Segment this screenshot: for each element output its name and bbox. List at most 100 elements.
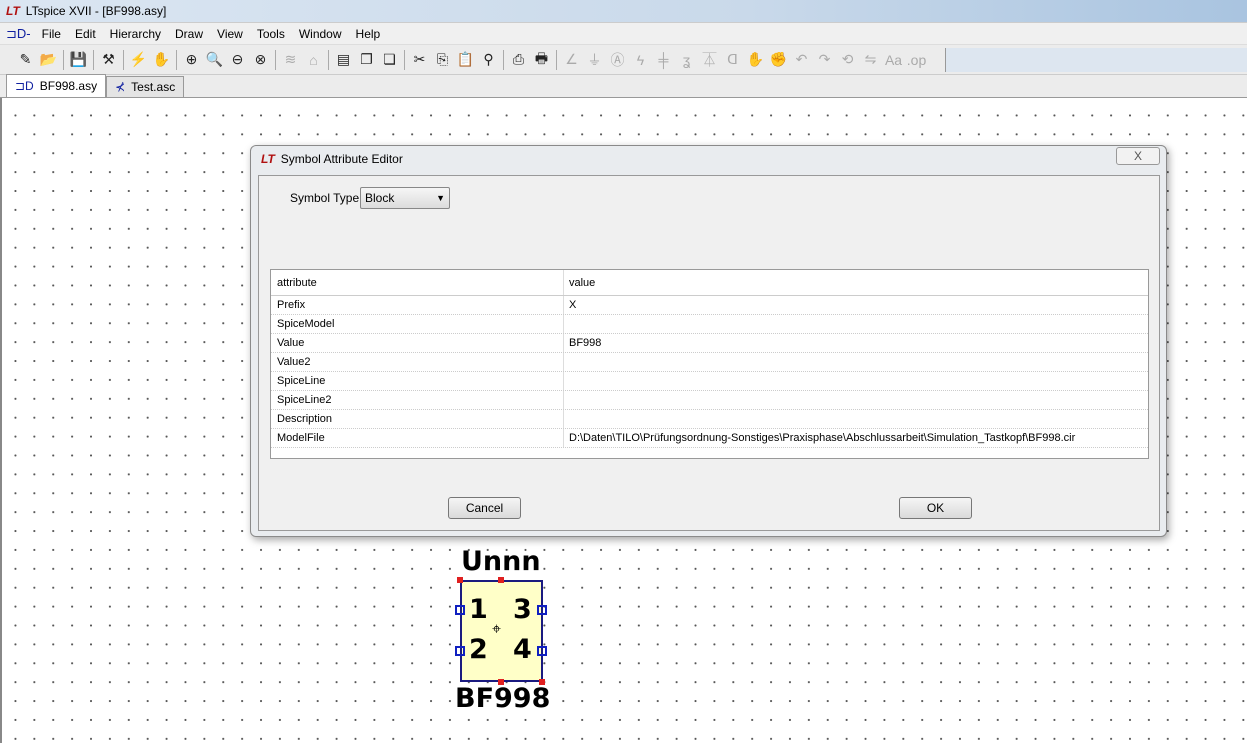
- new-schematic-icon[interactable]: ✎: [14, 48, 37, 71]
- table-row[interactable]: SpiceLine: [271, 372, 1148, 391]
- toolbar-separator: [503, 49, 504, 70]
- print-icon[interactable]: 🖶: [530, 48, 553, 71]
- title-bar: LT LTspice XVII - [BF998.asy]: [0, 0, 1247, 22]
- menu-window[interactable]: Window: [292, 27, 349, 41]
- menu-edit[interactable]: Edit: [68, 27, 103, 41]
- table-header: attribute value: [271, 270, 1148, 296]
- pin-label-4: 4: [513, 634, 532, 665]
- menu-view[interactable]: View: [210, 27, 250, 41]
- symbol-type-label: Symbol Type:: [290, 191, 363, 205]
- paste-icon[interactable]: 📋: [454, 48, 477, 71]
- schematic-icon: ⊀: [115, 80, 126, 94]
- autoscale-icon[interactable]: ≋: [279, 48, 302, 71]
- origin-crosshair-icon: ⌖: [492, 621, 502, 638]
- attribute-name: SpiceModel: [271, 315, 564, 333]
- resistor-icon[interactable]: ϟ: [629, 48, 652, 71]
- attribute-name: Value: [271, 334, 564, 352]
- zoom-out-icon[interactable]: ⊖: [226, 48, 249, 71]
- pin-2[interactable]: [455, 646, 465, 656]
- label-icon[interactable]: Ⓐ: [606, 48, 629, 71]
- dialog-title: Symbol Attribute Editor: [280, 152, 403, 166]
- text-icon[interactable]: Aa: [882, 48, 905, 71]
- cascade-windows-icon[interactable]: ❐: [355, 48, 378, 71]
- attribute-value[interactable]: BF998: [564, 337, 1148, 349]
- symbol-attribute-editor-dialog: LT Symbol Attribute Editor X Symbol Type…: [250, 145, 1167, 537]
- print-preview-icon[interactable]: ⎙: [507, 48, 530, 71]
- attribute-name: Description: [271, 410, 564, 428]
- toolbar-separator: [328, 49, 329, 70]
- copy-icon[interactable]: ⎘: [431, 48, 454, 71]
- waveform-icon[interactable]: ⌂: [302, 48, 325, 71]
- ltspice-logo-icon: LT: [261, 152, 275, 166]
- run-icon[interactable]: ⚡: [127, 48, 150, 71]
- inductor-icon[interactable]: ʓ: [675, 48, 698, 71]
- attribute-name: SpiceLine2: [271, 391, 564, 409]
- find-icon[interactable]: ⚲: [477, 48, 500, 71]
- table-row[interactable]: SpiceModel: [271, 315, 1148, 334]
- cancel-button[interactable]: Cancel: [448, 497, 521, 519]
- table-row[interactable]: Value2: [271, 353, 1148, 372]
- move-hand-icon[interactable]: ✋: [744, 48, 767, 71]
- table-row[interactable]: Value BF998: [271, 334, 1148, 353]
- symbol-instname-label[interactable]: Unnn: [461, 546, 541, 577]
- toolbar-separator: [176, 49, 177, 70]
- component-icon[interactable]: ᗡ: [721, 48, 744, 71]
- menu-tools[interactable]: Tools: [250, 27, 292, 41]
- symbol-value-label[interactable]: BF998: [455, 683, 550, 714]
- toolbar-empty-area: [945, 48, 1247, 72]
- save-icon[interactable]: 💾: [67, 48, 90, 71]
- diode-icon[interactable]: ⏄: [698, 48, 721, 71]
- attribute-value[interactable]: X: [564, 299, 1148, 311]
- toolbar-separator: [275, 49, 276, 70]
- toolbar-separator: [404, 49, 405, 70]
- vertex-handle[interactable]: [457, 577, 463, 583]
- rotate-icon[interactable]: ⟲: [836, 48, 859, 71]
- wire-icon[interactable]: ∠: [560, 48, 583, 71]
- menu-draw[interactable]: Draw: [168, 27, 210, 41]
- symbol-icon: ⊐D: [15, 79, 34, 93]
- menu-hierarchy[interactable]: Hierarchy: [103, 27, 168, 41]
- document-tabs: ⊐D BF998.asy ⊀ Test.asc: [0, 74, 1247, 98]
- menu-help[interactable]: Help: [349, 27, 388, 41]
- zoom-in-icon[interactable]: ⊕: [180, 48, 203, 71]
- pin-3[interactable]: [537, 605, 547, 615]
- pin-1[interactable]: [455, 605, 465, 615]
- zoom-fit-icon[interactable]: ⊗: [249, 48, 272, 71]
- attribute-table: attribute value Prefix X SpiceModel Value BF…: [270, 269, 1149, 459]
- ltspice-logo-icon: LT: [6, 4, 20, 18]
- close-windows-icon[interactable]: ❏: [378, 48, 401, 71]
- mirror-icon[interactable]: ⇋: [859, 48, 882, 71]
- cut-icon[interactable]: ✂: [408, 48, 431, 71]
- capacitor-icon[interactable]: ╪: [652, 48, 675, 71]
- ground-icon[interactable]: ⏚: [583, 48, 606, 71]
- menu-file[interactable]: File: [35, 27, 68, 41]
- table-row[interactable]: ModelFile D:\Daten\TILO\Prüfungsordnung-S…: [271, 429, 1148, 448]
- control-panel-icon[interactable]: ⚒: [97, 48, 120, 71]
- tab-bf998-asy[interactable]: ⊐D BF998.asy: [6, 74, 107, 97]
- table-row[interactable]: SpiceLine2: [271, 391, 1148, 410]
- dialog-title-bar: LT Symbol Attribute Editor: [261, 152, 403, 166]
- undo-icon[interactable]: ↶: [790, 48, 813, 71]
- open-folder-icon[interactable]: 📂: [37, 48, 60, 71]
- tile-windows-icon[interactable]: ▤: [332, 48, 355, 71]
- column-header-attribute[interactable]: attribute: [271, 270, 564, 295]
- dialog-body: Symbol Type: Block ▼ attribute value Pre…: [258, 175, 1160, 531]
- close-button[interactable]: X: [1116, 147, 1160, 165]
- symbol-type-select[interactable]: Block ▼: [360, 187, 450, 209]
- column-header-value[interactable]: value: [564, 277, 1148, 289]
- tab-test-asc[interactable]: ⊀ Test.asc: [106, 76, 185, 97]
- pin-label-1: 1: [469, 594, 488, 625]
- halt-hand-icon[interactable]: ✋: [150, 48, 173, 71]
- ok-button[interactable]: OK: [899, 497, 972, 519]
- table-row[interactable]: Prefix X: [271, 296, 1148, 315]
- zoom-pan-icon[interactable]: 🔍: [203, 48, 226, 71]
- drag-hand-icon[interactable]: ✊: [767, 48, 790, 71]
- attribute-value[interactable]: D:\Daten\TILO\Prüfungsordnung-Sonstiges\…: [564, 432, 1148, 444]
- attribute-name: Value2: [271, 353, 564, 371]
- table-row[interactable]: Description: [271, 410, 1148, 429]
- pin-4[interactable]: [537, 646, 547, 656]
- redo-icon[interactable]: ↷: [813, 48, 836, 71]
- toolbar-separator: [556, 49, 557, 70]
- spice-directive-icon[interactable]: .op: [905, 48, 928, 71]
- vertex-handle[interactable]: [498, 577, 504, 583]
